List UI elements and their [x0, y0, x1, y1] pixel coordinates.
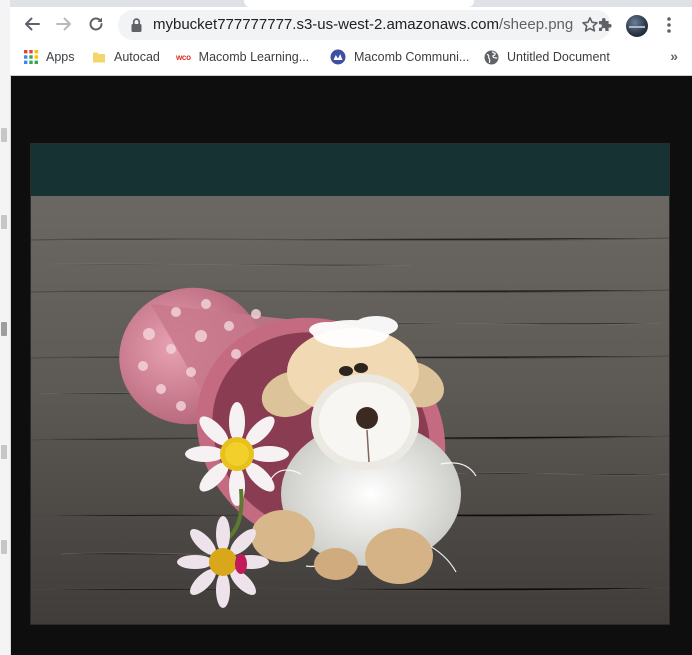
sheep-figurine-image	[31, 144, 669, 624]
bookmark-macomb-learning[interactable]: wco Macomb Learning...	[176, 43, 309, 71]
back-arrow-icon	[25, 17, 40, 31]
lock-icon[interactable]	[130, 17, 143, 33]
active-tab[interactable]	[244, 0, 474, 7]
apps-grid-icon	[24, 50, 38, 64]
wco-logo-icon: wco	[176, 52, 191, 62]
window-edge-mark	[1, 215, 7, 229]
url-path: /sheep.png	[499, 16, 574, 33]
bookmarks-bar: Apps Autocad wco Macomb Learning... Maco…	[10, 43, 692, 71]
sheep-photo	[30, 143, 670, 625]
window-edge-mark	[1, 322, 7, 336]
bookmark-label: Macomb Communi...	[354, 50, 470, 64]
puzzle-piece-icon	[599, 18, 612, 31]
bookmarks-overflow-icon[interactable]: »	[670, 48, 678, 64]
toolbar-divider	[10, 75, 692, 76]
bookmark-label: Apps	[46, 50, 75, 64]
reload-icon	[89, 17, 103, 31]
browser-toolbar: mybucket777777777.s3-us-west-2.amazonaws…	[10, 7, 692, 43]
window-edge-mark	[1, 540, 7, 554]
url-host: mybucket777777777.s3-us-west-2.amazonaws…	[153, 16, 500, 33]
bookmark-untitled-document[interactable]: Untitled Document	[484, 43, 610, 71]
folder-icon	[93, 52, 105, 63]
reload-button[interactable]	[81, 9, 111, 39]
window-edge-mark	[1, 128, 7, 142]
macomb-logo-icon	[330, 49, 346, 65]
tab-strip	[10, 0, 692, 7]
bookmark-label: Untitled Document	[507, 50, 610, 64]
address-bar[interactable]: mybucket777777777.s3-us-west-2.amazonaws…	[118, 10, 611, 40]
bookmark-label: Macomb Learning...	[198, 50, 310, 64]
bookmark-label: Autocad	[114, 50, 160, 64]
extensions-button[interactable]	[592, 12, 618, 38]
window-edge-mark	[1, 445, 7, 459]
bookmark-autocad[interactable]: Autocad	[92, 43, 160, 71]
url-text[interactable]: mybucket777777777.s3-us-west-2.amazonaws…	[153, 10, 573, 40]
forward-arrow-icon	[56, 17, 71, 31]
profile-avatar[interactable]	[626, 15, 648, 37]
back-button[interactable]	[17, 9, 47, 39]
browser-menu-button[interactable]	[658, 12, 680, 38]
bookmark-apps[interactable]: Apps	[24, 43, 75, 71]
background-window-edge	[0, 0, 11, 655]
browser-chrome: mybucket777777777.s3-us-west-2.amazonaws…	[10, 0, 692, 76]
bookmark-macomb-community[interactable]: Macomb Communi...	[330, 43, 469, 71]
more-vert-icon	[667, 17, 671, 33]
globe-icon	[484, 50, 499, 64]
forward-button[interactable]	[49, 9, 79, 39]
